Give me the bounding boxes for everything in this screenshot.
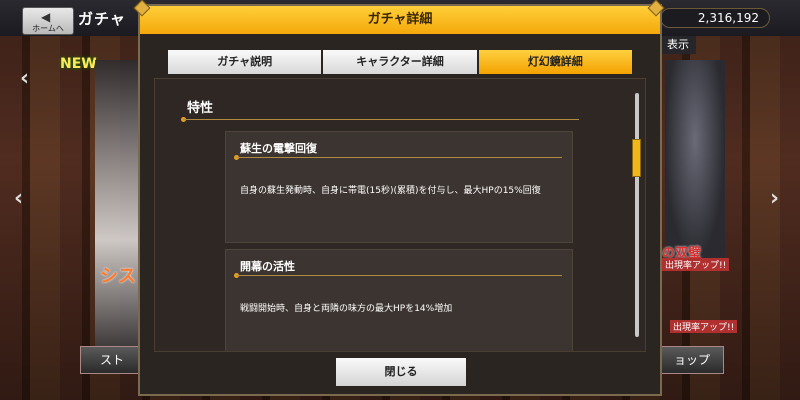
tab-character-detail[interactable]: キャラクター詳細 xyxy=(323,50,477,74)
trait-divider xyxy=(236,157,562,158)
scrollbar-track[interactable] xyxy=(635,93,639,337)
tab-gacha-description[interactable]: ガチャ説明 xyxy=(168,50,322,74)
left-arrow-icon[interactable]: ‹ xyxy=(14,186,23,211)
trait-name: 蘇生の電撃回復 xyxy=(240,142,317,155)
trait-description: 戦闘開始時、自身と両隣の味方の最大HPを14%増加 xyxy=(240,304,453,314)
trait-card: 蘇生の電撃回復 自身の蘇生発動時、自身に帯電(15秒)(累積)を付与し、最大HP… xyxy=(225,131,573,243)
tab-bar: ガチャ説明 キャラクター詳細 灯幻鏡詳細 xyxy=(168,50,632,74)
scrollbar-thumb[interactable] xyxy=(632,139,641,177)
home-button[interactable]: ◀ ホームへ xyxy=(22,7,74,35)
promo-banner-left: シス xyxy=(100,266,136,287)
story-button[interactable]: スト xyxy=(80,346,144,374)
tab-lantern-mirror-detail[interactable]: 灯幻鏡詳細 xyxy=(478,50,632,74)
home-arrow-icon: ◀ xyxy=(41,10,51,24)
promo-rate-up-label: 出現率アップ!! xyxy=(662,258,730,271)
section-divider xyxy=(183,119,579,120)
gacha-detail-modal: ガチャ詳細 ガチャ説明 キャラクター詳細 灯幻鏡詳細 特性 蘇生の電撃回復 自身… xyxy=(133,0,665,396)
prev-arrow-icon[interactable]: ‹ xyxy=(20,66,29,91)
detail-content-panel[interactable]: 特性 蘇生の電撃回復 自身の蘇生発動時、自身に帯電(15秒)(累積)を付与し、最… xyxy=(154,78,646,352)
new-badge: NEW xyxy=(60,56,97,72)
currency-display: 2,316,192 xyxy=(660,8,770,28)
section-title: 特性 xyxy=(187,101,214,116)
trait-name: 開幕の活性 xyxy=(240,260,295,273)
promo-rate-up-label-2: 出現率アップ!! xyxy=(670,320,738,333)
modal-title: ガチャ詳細 xyxy=(140,6,660,34)
trait-description: 自身の蘇生発動時、自身に帯電(15秒)(累積)を付与し、最大HPの15%回復 xyxy=(240,186,541,196)
right-arrow-icon[interactable]: › xyxy=(770,186,779,211)
shop-button[interactable]: ョップ xyxy=(660,346,724,374)
close-button[interactable]: 閉じる xyxy=(336,358,466,386)
trait-divider xyxy=(236,275,562,276)
trait-card: 開幕の活性 戦闘開始時、自身と両隣の味方の最大HPを14%増加 xyxy=(225,249,573,351)
home-button-label: ホームへ xyxy=(32,24,64,33)
display-button[interactable]: 表示 xyxy=(660,36,696,54)
character-art-right xyxy=(665,60,725,260)
